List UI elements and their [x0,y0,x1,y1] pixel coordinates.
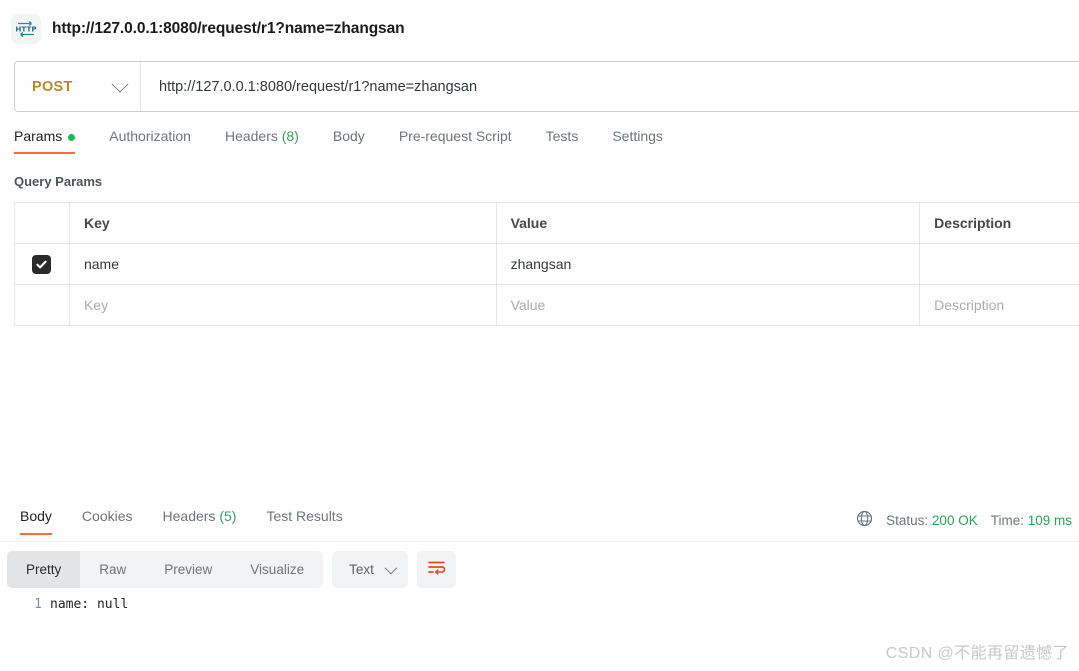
chevron-down-icon [111,75,129,93]
word-wrap-button[interactable] [416,551,456,588]
response-tab-cookies[interactable]: Cookies [67,506,148,535]
query-params-heading: Query Params [14,174,103,189]
new-param-value-input[interactable]: Value [497,285,921,325]
code-line: name: null [50,597,129,612]
title-bar: HTTP http://127.0.0.1:8080/request/r1?na… [0,0,1079,48]
tab-pre-request-script[interactable]: Pre-request Script [382,126,529,154]
watermark: CSDN @不能再留遗憾了 [885,645,1069,662]
view-mode-group: Pretty Raw Preview Visualize [7,551,324,588]
svg-text:HTTP: HTTP [15,25,36,34]
tab-body-label: Body [332,128,365,144]
table-row: name zhangsan [15,244,1079,285]
response-tab-body[interactable]: Body [5,506,67,535]
new-param-description-input[interactable]: Description [920,285,1079,325]
param-value-input[interactable]: zhangsan [497,244,921,284]
column-header-key: Key [70,203,497,243]
response-body-toolbar: Pretty Raw Preview Visualize Text [7,551,456,588]
tab-tests-label: Tests [545,128,579,144]
url-input[interactable]: http://127.0.0.1:8080/request/r1?name=zh… [141,79,477,95]
response-body-code: 1 name: null [0,597,1079,612]
response-tab-body-label: Body [20,508,52,524]
page-title: http://127.0.0.1:8080/request/r1?name=zh… [52,20,405,37]
params-modified-dot [68,133,76,141]
tab-headers[interactable]: Headers (8) [208,126,316,154]
query-params-table: Key Value Description name zhangsan Key … [14,202,1079,326]
request-url-bar: POST http://127.0.0.1:8080/request/r1?na… [14,61,1079,112]
view-mode-visualize[interactable]: Visualize [231,551,323,588]
time-label: Time: [990,512,1024,528]
tab-headers-count: (8) [281,128,299,144]
tab-authorization[interactable]: Authorization [92,126,208,154]
response-tab-test-results-label: Test Results [266,508,343,524]
request-tabs: Params Authorization Headers (8) Body Pr… [0,126,1079,161]
globe-icon [856,510,873,530]
view-mode-preview[interactable]: Preview [145,551,231,588]
header-checkbox-cell [15,203,70,243]
column-header-description: Description [920,203,1079,243]
status-label: Status: [886,512,929,528]
param-description-input[interactable] [920,244,1079,284]
chevron-down-icon [384,561,398,575]
tab-tests[interactable]: Tests [529,126,596,154]
time-value: 109 ms [1027,512,1072,528]
view-mode-raw[interactable]: Raw [80,551,145,588]
tab-headers-label: Headers [224,128,278,144]
tab-settings[interactable]: Settings [595,126,680,154]
response-format-select[interactable]: Text [332,551,408,588]
response-tab-headers-label: Headers [162,508,216,524]
response-tab-test-results[interactable]: Test Results [251,506,357,535]
response-divider [0,541,1079,542]
response-status-bar: Status: 200 OK Time: 109 ms [856,510,1072,530]
response-tab-headers[interactable]: Headers (5) [148,506,252,535]
table-header-row: Key Value Description [15,203,1079,244]
http-method-label: POST [32,78,73,95]
new-param-key-input[interactable]: Key [70,285,497,325]
response-tab-cookies-label: Cookies [81,508,133,524]
http-method-select[interactable]: POST [15,62,140,111]
placeholder-checkbox-cell[interactable] [15,285,70,325]
word-wrap-icon [427,559,446,581]
tab-authorization-label: Authorization [109,128,191,144]
column-header-value: Value [497,203,921,243]
checkbox-checked-icon[interactable] [32,254,52,274]
line-number: 1 [34,597,42,612]
http-icon: HTTP [11,14,41,44]
response-format-label: Text [349,562,374,577]
tab-pre-request-script-label: Pre-request Script [398,128,512,144]
table-row-placeholder: Key Value Description [15,285,1079,326]
view-mode-pretty[interactable]: Pretty [7,551,81,588]
status-value: 200 OK [931,512,978,528]
tab-settings-label: Settings [612,128,663,144]
tab-params[interactable]: Params [14,126,92,154]
time-badge[interactable]: Time: 109 ms [991,513,1072,528]
tab-params-label: Params [14,128,63,144]
param-key-input[interactable]: name [70,244,497,284]
tab-body[interactable]: Body [316,126,382,154]
status-badge[interactable]: Status: 200 OK [886,513,978,528]
row-checkbox-cell[interactable] [15,244,70,284]
response-tab-headers-count: (5) [219,508,237,524]
